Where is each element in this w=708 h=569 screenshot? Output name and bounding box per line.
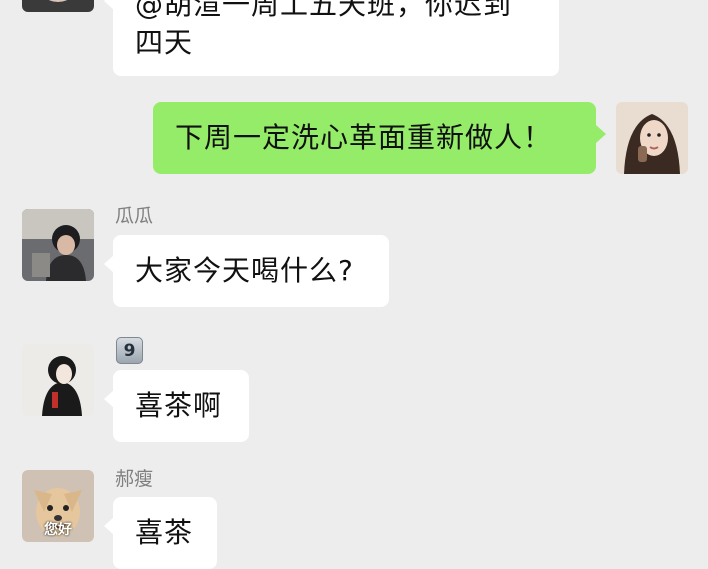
message-text: 下周一定洗心革面重新做人！ (175, 121, 553, 154)
message-text: 大家今天喝什么? (135, 254, 354, 287)
message-bubble-m2[interactable]: 下周一定洗心革面重新做人！ (153, 102, 606, 174)
sender-name: 瓜瓜 (115, 205, 154, 227)
sender-name: 9 (116, 337, 143, 364)
avatar-image (616, 102, 688, 174)
avatar-image (22, 344, 94, 416)
message-bubble-m3[interactable]: 大家今天喝什么? (104, 235, 389, 307)
message-text: 喜茶啊 (135, 389, 223, 422)
avatar-sender-m4[interactable] (22, 344, 94, 416)
avatar-self[interactable] (616, 102, 688, 174)
avatar-sender-m3[interactable] (22, 209, 94, 281)
avatar-image (22, 209, 94, 281)
avatar-caption: 您好 (44, 522, 72, 538)
message-bubble-m4[interactable]: 喜茶啊 (104, 370, 249, 442)
message-bubble-m5[interactable]: 喜茶 (104, 497, 217, 569)
avatar-sender-m5[interactable]: 您好 (22, 470, 94, 542)
message-text: @胡渲一周工五天班，你迟到四天 (135, 0, 513, 59)
message-bubble-m1[interactable]: @胡渲一周工五天班，你迟到四天 (104, 0, 559, 76)
avatar-sender-m1[interactable] (22, 0, 94, 12)
message-text: 喜茶 (135, 516, 194, 549)
sender-name: 郝瘦 (115, 468, 154, 490)
avatar-image (22, 0, 94, 12)
